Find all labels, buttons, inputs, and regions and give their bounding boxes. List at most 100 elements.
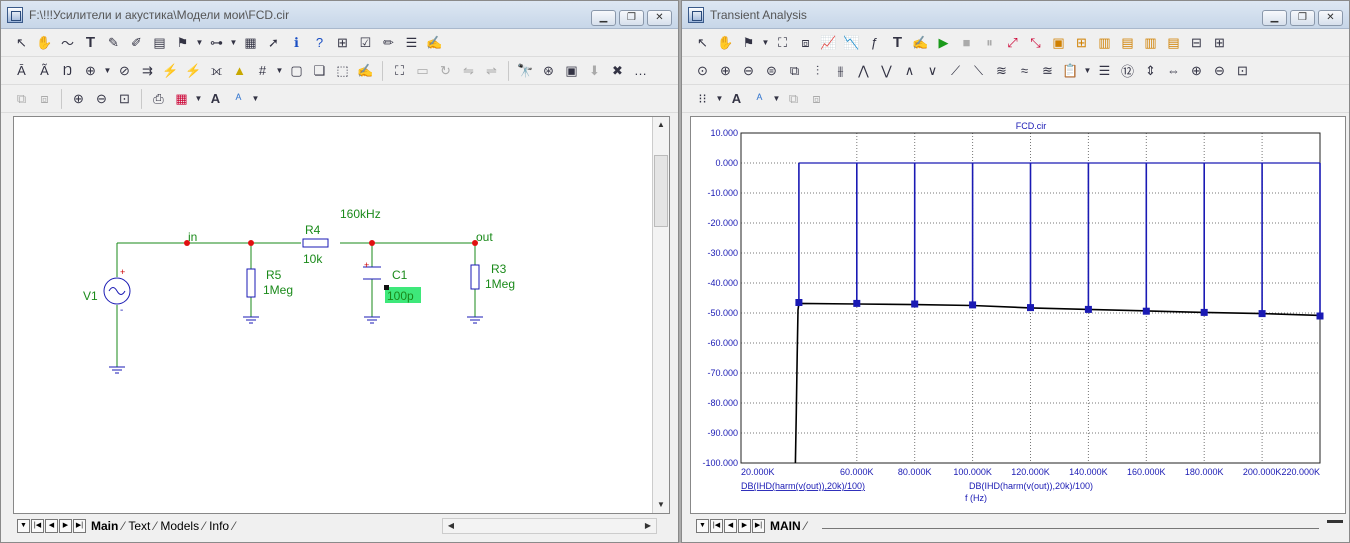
t-close-button[interactable]: ✕ [1318,10,1343,26]
data-point-marker[interactable] [1142,307,1150,315]
t-group-icon[interactable]: ⧉ [783,88,804,109]
t-cross-icon[interactable]: ⊞ [1209,32,1230,53]
t-wave5-icon[interactable]: ∧ [899,60,920,81]
component-list-icon[interactable]: ⊕ [80,60,101,81]
t-wave1-icon[interactable]: ⫶ [807,60,828,81]
data-point-marker[interactable] [1200,308,1208,316]
text-mode-icon[interactable]: T [80,32,101,53]
t-zoom-in-icon[interactable]: ⊕ [715,60,736,81]
scroll-left-icon[interactable]: ◀ [443,518,459,534]
grid-list-icon[interactable]: ▦ [240,32,261,53]
t-page2-icon[interactable]: ▤ [1117,32,1138,53]
first-tab-icon[interactable]: |◀ [31,519,44,533]
t-run-icon[interactable]: ▶ [933,32,954,53]
t-restore-button[interactable]: ❐ [1290,10,1315,26]
t-fit-icon[interactable]: ⇕ [1140,60,1161,81]
t-zoom-reset-icon[interactable]: ⊜ [761,60,782,81]
arrows-icon[interactable]: ⇉ [137,60,158,81]
rotate-icon[interactable]: ↻ [435,60,456,81]
t-wave2-icon[interactable]: ⫵ [830,60,851,81]
scroll-down-icon[interactable]: ▼ [653,497,669,513]
data-point-marker[interactable] [1084,305,1092,313]
data-point-marker[interactable] [969,301,977,309]
fx-icon-2[interactable]: ⚡ [183,60,204,81]
flag-icon[interactable]: ⚑ [172,32,193,53]
flag-dropdown-icon[interactable]: ▼ [195,32,204,53]
fx-icon-1[interactable]: ⚡ [160,60,181,81]
t-zoom-region-icon[interactable]: ⊡ [1232,60,1253,81]
t-text-icon[interactable]: T [887,32,908,53]
wire-draw-icon[interactable]: ✎ [103,32,124,53]
plot-canvas[interactable]: 10.000 0.000 -10.000 -20.000 -30.000 -40.000 -… [690,116,1346,514]
resistor-r3[interactable] [470,264,480,290]
t-page1-icon[interactable]: ▥ [1094,32,1115,53]
show-pins-icon[interactable]: ⊘ [114,60,135,81]
next-tab-icon[interactable]: ▶ [59,519,72,533]
t-valley-icon[interactable]: ⊞ [1071,32,1092,53]
t-pan-icon[interactable]: ✋ [715,32,736,53]
tab-menu-icon[interactable]: ▼ [17,519,30,533]
wire-mode-icon[interactable]: 〜 [57,32,78,53]
t-highlight-dropdown-icon[interactable]: ▼ [772,88,781,109]
color-palette-icon[interactable]: ▦ [171,88,192,109]
edit-icon[interactable]: ✏ [378,32,399,53]
zoom-out-icon[interactable]: ⊖ [91,88,112,109]
info-icon[interactable]: ℹ [286,32,307,53]
t-cursor2-icon[interactable]: ⤡ [1025,32,1046,53]
rectangle-icon[interactable]: ▭ [412,60,433,81]
t-next-tab-icon[interactable]: ▶ [738,519,751,533]
zoom-fit-icon[interactable]: ⊡ [114,88,135,109]
color-dropdown-icon[interactable]: ▼ [194,88,203,109]
component-list-dropdown-icon[interactable]: ▼ [103,60,112,81]
t-fx-icon[interactable]: ƒ [864,32,885,53]
analysis-icon-1[interactable]: Ā [11,60,32,81]
last-tab-icon[interactable]: ▶| [73,519,86,533]
down-circle-icon[interactable]: ⬇ [584,60,605,81]
node-c1[interactable] [369,240,375,246]
box-select-icon[interactable]: ⛶ [389,60,410,81]
t-zoom-in2-icon[interactable]: ⊕ [1186,60,1207,81]
t-tab-menu-icon[interactable]: ▼ [696,519,709,533]
t-last-tab-icon[interactable]: ▶| [752,519,765,533]
warning-icon[interactable]: ▲ [229,60,250,81]
find-icon[interactable]: 🔭 [515,60,536,81]
t-wave11-icon[interactable]: ≊ [1037,60,1058,81]
t-properties-icon[interactable]: ✍ [910,32,931,53]
data-point-marker[interactable] [1316,312,1324,320]
tab-info[interactable]: Info [205,519,233,533]
t-cursor-icon[interactable]: ⤢ [1002,32,1023,53]
flip-h-icon[interactable]: ⇋ [458,60,479,81]
scroll-thumb[interactable] [654,155,668,227]
t-scale-icon[interactable]: ⧈ [795,32,816,53]
t-zoom-out2-icon[interactable]: ⊖ [1209,60,1230,81]
t-flag-icon[interactable]: ⚑ [738,32,759,53]
t-clipboard-icon[interactable]: 📋 [1060,60,1081,81]
analysis-icon-2[interactable]: Ã [34,60,55,81]
pan-hand-icon[interactable]: ✋ [34,32,55,53]
stop-circle-icon[interactable]: ✖ [607,60,628,81]
data-point-marker[interactable] [795,299,803,306]
tab-main[interactable]: Main [87,519,122,533]
t-scope-icon[interactable]: ⧉ [784,60,805,81]
tab-models[interactable]: Models [156,519,203,533]
help-icon[interactable]: ? [309,32,330,53]
highlight-icon[interactable]: ᴬ [228,88,249,109]
connect-icon[interactable]: ⟗ [206,60,227,81]
ungroup-icon[interactable]: ⧈ [34,88,55,109]
schematic-titlebar[interactable]: F:\!!!Усилители и акустика\Модели мои\FC… [1,1,678,29]
t-hline-icon[interactable]: ⊟ [1186,32,1207,53]
resistor-r4[interactable] [302,238,329,248]
t-wave7-icon[interactable]: ⟋ [945,60,966,81]
t-zoom-box-icon[interactable]: ⛶ [772,32,793,53]
select-box-icon[interactable]: ⬚ [332,60,353,81]
t-prev-tab-icon[interactable]: ◀ [724,519,737,533]
flip-v-icon[interactable]: ⇌ [481,60,502,81]
schematic-hscroll[interactable]: ◀ ▶ [442,518,657,534]
t-wave9-icon[interactable]: ≋ [991,60,1012,81]
t-grid-icon[interactable]: ⁝⁝ [692,88,713,109]
t-peak-icon[interactable]: ▣ [1048,32,1069,53]
tree-icon[interactable]: ⊶ [206,32,227,53]
t-minimize-button[interactable]: ▁ [1262,10,1287,26]
node-r5[interactable] [248,240,254,246]
resistor-r5[interactable] [246,268,256,298]
